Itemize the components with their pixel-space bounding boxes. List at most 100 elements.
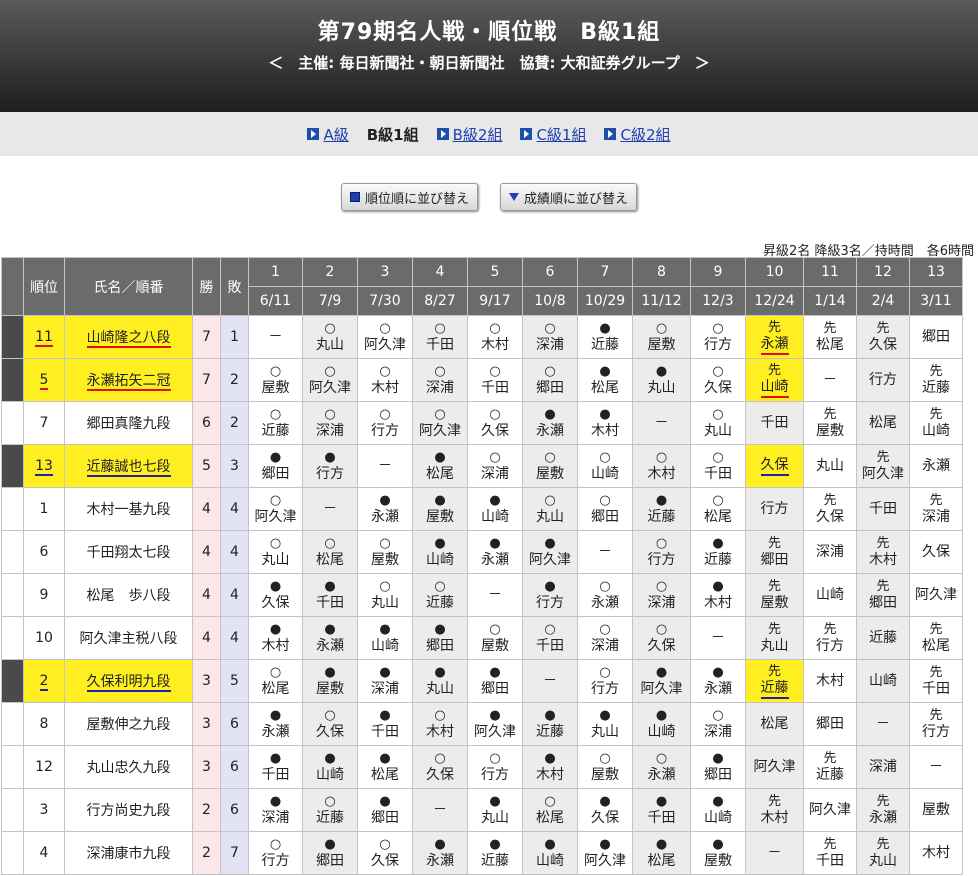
opponent-name: 山崎 xyxy=(591,466,619,482)
result-mark: ○ xyxy=(712,708,724,723)
game-cell: 先久保 xyxy=(856,315,910,359)
win-count-text: 2 xyxy=(202,845,211,861)
round-header: 8 xyxy=(632,257,691,287)
game-cell: ○ 木村 xyxy=(412,702,468,746)
opponent-name: 木村 xyxy=(426,724,454,740)
result-mark: ● xyxy=(544,579,556,594)
player-name-text: 近藤誠也七段 xyxy=(86,459,171,477)
round-header: 12 xyxy=(856,257,910,287)
table-corner xyxy=(1,257,24,316)
sort-by-score-button[interactable]: 成績順に並び替え xyxy=(500,183,638,211)
loss-count-text: 6 xyxy=(230,716,239,732)
result-mark: 先 xyxy=(767,664,781,679)
opponent-name: 久保 xyxy=(261,595,290,611)
opponent-name: 木村 xyxy=(481,337,509,353)
result-mark: ● xyxy=(489,837,501,852)
page-title: 第79期名人戦・順位戦 B級1組 xyxy=(317,20,661,45)
game-cell: － xyxy=(745,831,804,875)
opponent-name: 久保 xyxy=(922,543,950,560)
opponent-name: 郷田 xyxy=(371,810,399,826)
nav-link[interactable]: A級 xyxy=(323,124,348,145)
result-mark: ○ xyxy=(489,450,501,465)
result-mark: 先 xyxy=(767,622,781,637)
game-cell: ○ 近藤 xyxy=(412,573,468,617)
opponent-name: 千田 xyxy=(760,414,789,431)
loss-count: 6 xyxy=(220,745,249,789)
result-mark: ● xyxy=(599,837,611,852)
opponent-name: 行方 xyxy=(760,500,789,517)
game-cell: ● 永瀬 xyxy=(302,616,358,660)
nav-link[interactable]: B級2組 xyxy=(453,124,503,145)
nav-item[interactable]: C級1組 xyxy=(520,124,586,145)
game-cell: ○ 屋敷 xyxy=(632,315,691,359)
date-header: 2/4 xyxy=(856,286,910,316)
result-mark: ○ xyxy=(544,321,556,336)
opponent-name: 山崎 xyxy=(481,509,509,525)
nav-link[interactable]: C級1組 xyxy=(536,124,586,145)
triangle-down-icon xyxy=(509,193,519,201)
opponent-name: 木村 xyxy=(591,423,619,439)
result-mark: ● xyxy=(489,536,501,551)
opponent-name: 千田 xyxy=(816,853,844,869)
rank-cell: 8 xyxy=(23,702,65,746)
result-mark: ○ xyxy=(489,751,501,766)
opponent-name: 永瀬 xyxy=(647,767,676,783)
nav-item[interactable]: B級2組 xyxy=(436,124,503,145)
win-count-text: 5 xyxy=(202,458,211,474)
opponent-name: 郷田 xyxy=(481,681,509,697)
row-marker xyxy=(1,530,24,574)
opponent-name: 深浦 xyxy=(426,380,454,396)
opponent-name: 山崎 xyxy=(922,423,950,439)
player-name-text: 深浦康市九段 xyxy=(86,846,171,862)
opponent-name: 松尾 xyxy=(704,509,732,525)
arrow-right-icon xyxy=(520,128,533,140)
game-cell: 松尾 xyxy=(745,702,804,746)
nav-item[interactable]: C級2組 xyxy=(604,124,671,145)
opponent-name: － xyxy=(929,758,943,775)
table-row: 3 行方尚史九段 2 6 ● 深浦 ○ 近藤 ● 郷田－ ● 丸山 ○ 松尾 ● 久保 ● 千田 ● 山崎先木村 阿久津… xyxy=(1,788,963,832)
round-header: 1 xyxy=(248,257,303,287)
nav-link[interactable]: C級2組 xyxy=(620,124,670,145)
game-cell: ○ 松尾 xyxy=(248,659,303,703)
game-cell: ● 深浦 xyxy=(357,659,413,703)
result-mark: ● xyxy=(434,622,446,637)
table-row: 7 郷田真隆九段 6 2 ○ 近藤 ○ 深浦 ○ 行方 ○ 阿久津 ○ 久保 ● 永瀬 ● 木村－ ○ 丸山 千田先屋敷… xyxy=(1,401,963,445)
game-cell: ○ 千田 xyxy=(690,444,746,488)
player-name: 近藤誠也七段 xyxy=(64,444,193,488)
result-mark: ● xyxy=(544,407,556,422)
game-cell: － xyxy=(803,358,857,402)
opponent-name: 近藤 xyxy=(481,853,509,869)
result-mark: ○ xyxy=(544,364,556,379)
nav-item[interactable]: A級 xyxy=(307,124,349,145)
game-cell: 先阿久津 xyxy=(856,444,910,488)
game-cell: ○ 深浦 xyxy=(522,315,578,359)
opponent-name: 行方 xyxy=(704,337,732,353)
game-cell: － xyxy=(522,659,578,703)
opponent-name: 屋敷 xyxy=(261,380,290,396)
opponent-name: 松尾 xyxy=(591,380,619,396)
win-header: 勝 xyxy=(192,257,221,316)
player-name-text: 郷田真隆九段 xyxy=(86,416,171,432)
opponent-name: － xyxy=(654,414,669,431)
square-icon xyxy=(349,192,360,202)
game-cell: 先近藤 xyxy=(909,358,963,402)
game-cell: － xyxy=(302,487,358,531)
rank-header: 順位 xyxy=(23,257,65,316)
game-cell: 先深浦 xyxy=(909,487,963,531)
result-mark: 先 xyxy=(767,794,781,809)
opponent-name: 永瀬 xyxy=(922,457,950,474)
result-mark: 先 xyxy=(876,536,890,551)
game-cell: ○ 丸山 xyxy=(357,573,413,617)
rank-cell: 4 xyxy=(23,831,65,875)
sort-by-rank-button[interactable]: 順位順に並び替え xyxy=(340,183,478,211)
game-cell: ○ 松尾 xyxy=(690,487,746,531)
game-cell: 久保 xyxy=(745,444,804,488)
opponent-name: 松尾 xyxy=(316,552,344,568)
game-cell: ● 千田 xyxy=(302,573,358,617)
result-mark: ○ xyxy=(712,407,724,422)
game-cell: 阿久津 xyxy=(909,573,963,617)
row-marker xyxy=(1,788,24,832)
loss-count: 7 xyxy=(220,831,249,875)
game-cell: ○ 丸山 xyxy=(522,487,578,531)
result-mark: ○ xyxy=(324,321,336,336)
